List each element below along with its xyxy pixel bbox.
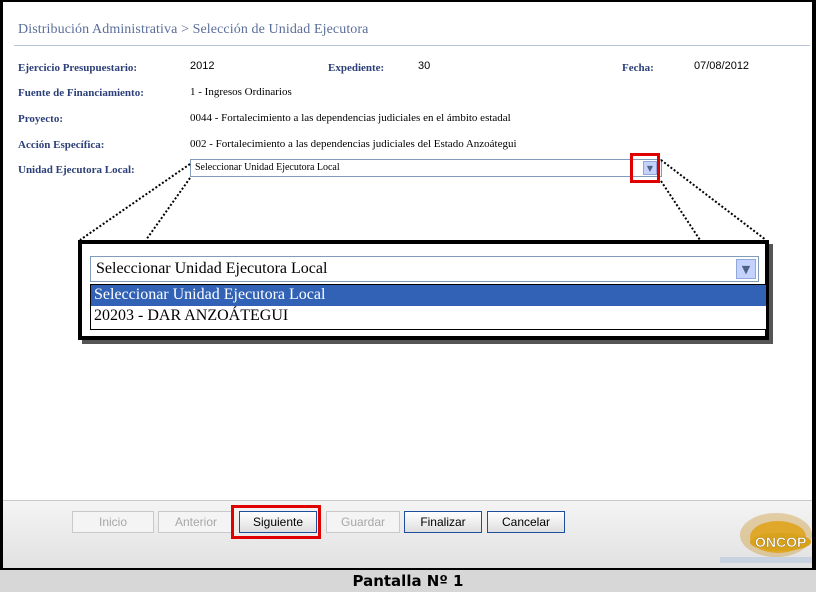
unidad-select-value: Seleccionar Unidad Ejecutora Local [195,162,340,173]
dropdown-options-list: Seleccionar Unidad Ejecutora Local 20203… [90,284,767,330]
inicio-button[interactable]: Inicio [72,511,154,533]
page-title: Distribución Administrativa > Selección … [18,22,369,37]
proyecto-label: Proyecto: [18,113,63,125]
fecha-label: Fecha: [622,62,654,74]
figure-caption: Pantalla Nº 1 [352,572,464,590]
highlight-dropdown-arrow [630,153,660,183]
guardar-button[interactable]: Guardar [326,511,400,533]
ejercicio-value: 2012 [190,60,215,72]
unidad-label: Unidad Ejecutora Local: [18,164,135,176]
dropdown-option[interactable]: Seleccionar Unidad Ejecutora Local [91,285,766,306]
frame-shadow [812,0,816,570]
ejercicio-label: Ejercicio Presupuestario: [18,62,138,74]
finalizar-button[interactable]: Finalizar [404,511,482,533]
anterior-button[interactable]: Anterior [158,511,234,533]
zoom-callout: Seleccionar Unidad Ejecutora Local ▼ Sel… [78,240,769,340]
title-divider [14,45,810,46]
expediente-label: Expediente: [328,62,385,74]
expediente-value: 30 [418,60,431,72]
zoom-select-value: Seleccionar Unidad Ejecutora Local [96,260,328,277]
highlight-siguiente [231,505,321,539]
chevron-down-icon[interactable]: ▼ [736,259,756,279]
dropdown-option[interactable]: 20203 - DAR ANZOÁTEGUI [91,306,766,327]
logo-text: ONCOP [750,533,812,551]
zoom-select[interactable]: Seleccionar Unidad Ejecutora Local ▼ [90,256,759,282]
unidad-ejecutora-select[interactable]: Seleccionar Unidad Ejecutora Local [190,159,662,177]
fecha-value: 07/08/2012 [694,60,750,72]
proyecto-value: 0044 - Fortalecimiento a las dependencia… [190,112,511,124]
accion-value: 002 - Fortalecimiento a las dependencias… [190,138,517,150]
fuente-label: Fuente de Financiamiento: [18,87,144,99]
cancelar-button[interactable]: Cancelar [487,511,565,533]
fuente-value: 1 - Ingresos Ordinarios [190,86,292,98]
accion-label: Acción Específica: [18,139,105,151]
